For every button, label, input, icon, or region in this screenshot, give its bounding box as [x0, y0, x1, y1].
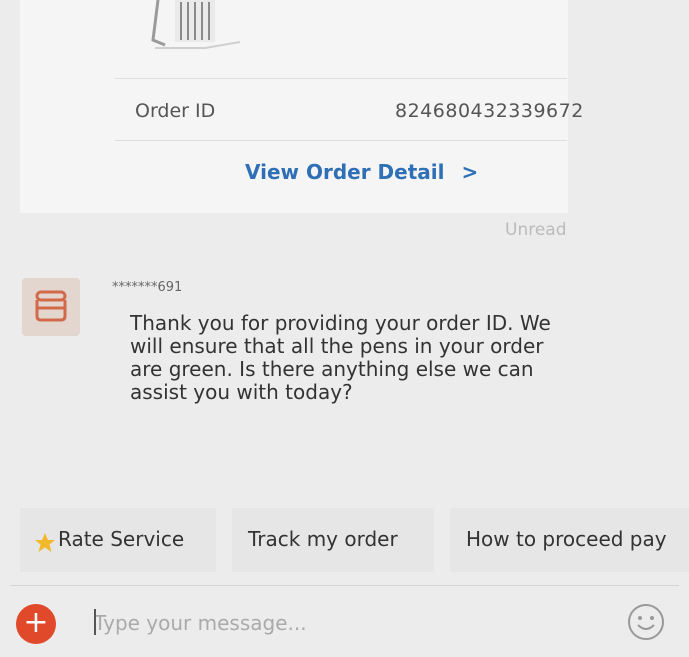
- message-input[interactable]: [92, 602, 596, 644]
- quick-reply-label: How to proceed pay: [466, 527, 667, 551]
- smiley-icon[interactable]: [624, 600, 668, 644]
- order-card: Order ID 824680432339672 View Order Deta…: [20, 0, 583, 213]
- order-id-label: Order ID: [135, 100, 216, 122]
- shop-avatar: [22, 278, 80, 336]
- composer-divider: [10, 585, 679, 586]
- chevron-right-icon: >: [461, 160, 479, 184]
- divider-top: [115, 78, 567, 79]
- text-cursor: [94, 609, 96, 635]
- product-thumbnail: [151, 0, 241, 49]
- message-text: Thank you for providing your order ID. W…: [130, 311, 551, 404]
- quick-reply-rate-service[interactable]: Rate Service: [20, 508, 216, 572]
- quick-reply-label: Track my order: [248, 527, 398, 551]
- order-id-value: 824680432339672: [395, 100, 584, 122]
- view-order-detail-label: View Order Detail: [245, 160, 445, 184]
- divider-bottom: [115, 140, 567, 141]
- quick-reply-track-order[interactable]: Track my order: [232, 508, 434, 572]
- quick-reply-how-to-pay[interactable]: How to proceed pay: [450, 508, 689, 572]
- star-icon: [35, 533, 55, 552]
- read-status: Unread: [505, 220, 567, 240]
- store-icon: [35, 290, 67, 322]
- quick-reply-label: Rate Service: [58, 527, 185, 551]
- plus-icon[interactable]: +: [16, 604, 56, 644]
- view-order-detail-link[interactable]: View Order Detail >: [245, 160, 478, 184]
- message-sender: *******691: [112, 280, 183, 295]
